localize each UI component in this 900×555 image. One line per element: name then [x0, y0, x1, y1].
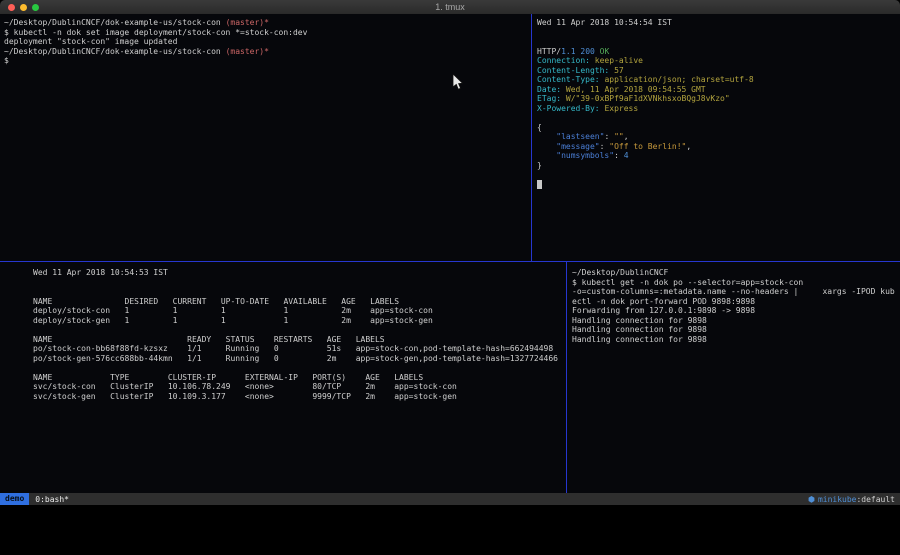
window-title: 1. tmux — [435, 2, 465, 12]
http-headers: Connection: keep-aliveContent-Length: 57… — [537, 56, 895, 113]
http-version: 1.1 — [561, 47, 575, 56]
kube-context: minikube — [818, 495, 857, 504]
json-entry: "message": "Off to Berlin!", — [537, 142, 895, 152]
cwd-line: ~/Desktop/DublinCNCF — [572, 268, 895, 278]
json-entry: "lastseen": "", — [537, 132, 895, 142]
status-right: ⬢minikube:default — [808, 495, 895, 504]
git-branch: (master)* — [226, 47, 269, 56]
pane-divider-horizontal[interactable] — [0, 261, 900, 262]
traffic-lights — [8, 4, 39, 11]
session-name[interactable]: demo — [0, 493, 29, 505]
http-header: Content-Type: application/json; charset=… — [537, 75, 895, 85]
pane-shell-top-left[interactable]: ~/Desktop/DublinCNCF/dok-example-us/stoc… — [0, 14, 531, 261]
kube-namespace: :default — [856, 495, 895, 504]
terminal-cursor — [537, 180, 542, 189]
http-status-code: 200 — [580, 47, 594, 56]
prompt-path: ~/Desktop/DublinCNCF/dok-example-us/stoc… — [4, 18, 226, 27]
minimize-button[interactable] — [20, 4, 27, 11]
minikube-hexagon-icon: ⬢ — [808, 495, 815, 504]
command-output: deployment "stock-con" image updated — [4, 37, 527, 47]
response-json-body: { "lastseen": "", "message": "Off to Ber… — [537, 123, 895, 171]
mouse-pointer-icon — [452, 74, 463, 91]
pane-divider-vertical-top[interactable] — [531, 14, 532, 262]
tmux-terminal: ~/Desktop/DublinCNCF/dok-example-us/stoc… — [0, 14, 900, 493]
http-status-line: HTTP/1.1 200 OK — [537, 47, 895, 57]
timestamp: Wed 11 Apr 2018 10:54:54 IST — [537, 18, 895, 28]
http-header: Connection: keep-alive — [537, 56, 895, 66]
prompt-char: $ — [4, 56, 527, 66]
json-entry: "numsymbols": 4 — [537, 151, 895, 161]
tmux-status-bar: demo 0:bash* ⬢minikube:default — [0, 493, 900, 505]
http-status-text: OK — [600, 47, 610, 56]
http-header: Date: Wed, 11 Apr 2018 09:54:55 GMT — [537, 85, 895, 95]
command-line: $ kubectl -n dok set image deployment/st… — [4, 28, 527, 38]
terminal-window: 1. tmux ~/Desktop/DublinCNCF/dok-example… — [0, 0, 900, 505]
kubectl-resources-output: NAME DESIRED CURRENT UP-TO-DATE AVAILABL… — [33, 297, 562, 402]
prompt-line: ~/Desktop/DublinCNCF/dok-example-us/stoc… — [4, 47, 527, 57]
timestamp: Wed 11 Apr 2018 10:54:53 IST — [33, 268, 562, 278]
git-branch: (master)* — [226, 18, 269, 27]
pane-port-forward[interactable]: ~/Desktop/DublinCNCF $ kubectl get -n do… — [567, 262, 900, 493]
port-forward-output: $ kubectl get -n dok po --selector=app=s… — [572, 278, 895, 345]
prompt-path: ~/Desktop/DublinCNCF/dok-example-us/stoc… — [4, 47, 226, 56]
window-titlebar[interactable]: 1. tmux — [0, 0, 900, 14]
pane-http-response[interactable]: Wed 11 Apr 2018 10:54:54 IST HTTP/1.1 20… — [532, 14, 900, 261]
prompt-line: ~/Desktop/DublinCNCF/dok-example-us/stoc… — [4, 18, 527, 28]
http-header: Content-Length: 57 — [537, 66, 895, 76]
pane-kubectl-watch[interactable]: Wed 11 Apr 2018 10:54:53 IST NAME DESIRE… — [0, 262, 566, 493]
window-tab-bash[interactable]: 0:bash* — [35, 495, 69, 504]
close-button[interactable] — [8, 4, 15, 11]
pane-divider-vertical-bottom[interactable] — [566, 262, 567, 493]
http-header: X-Powered-By: Express — [537, 104, 895, 114]
zoom-button[interactable] — [32, 4, 39, 11]
http-protocol: HTTP/ — [537, 47, 561, 56]
http-header: ETag: W/"39-0xBPf9aF1dXVNkhsxoBQgJ8vKzo" — [537, 94, 895, 104]
